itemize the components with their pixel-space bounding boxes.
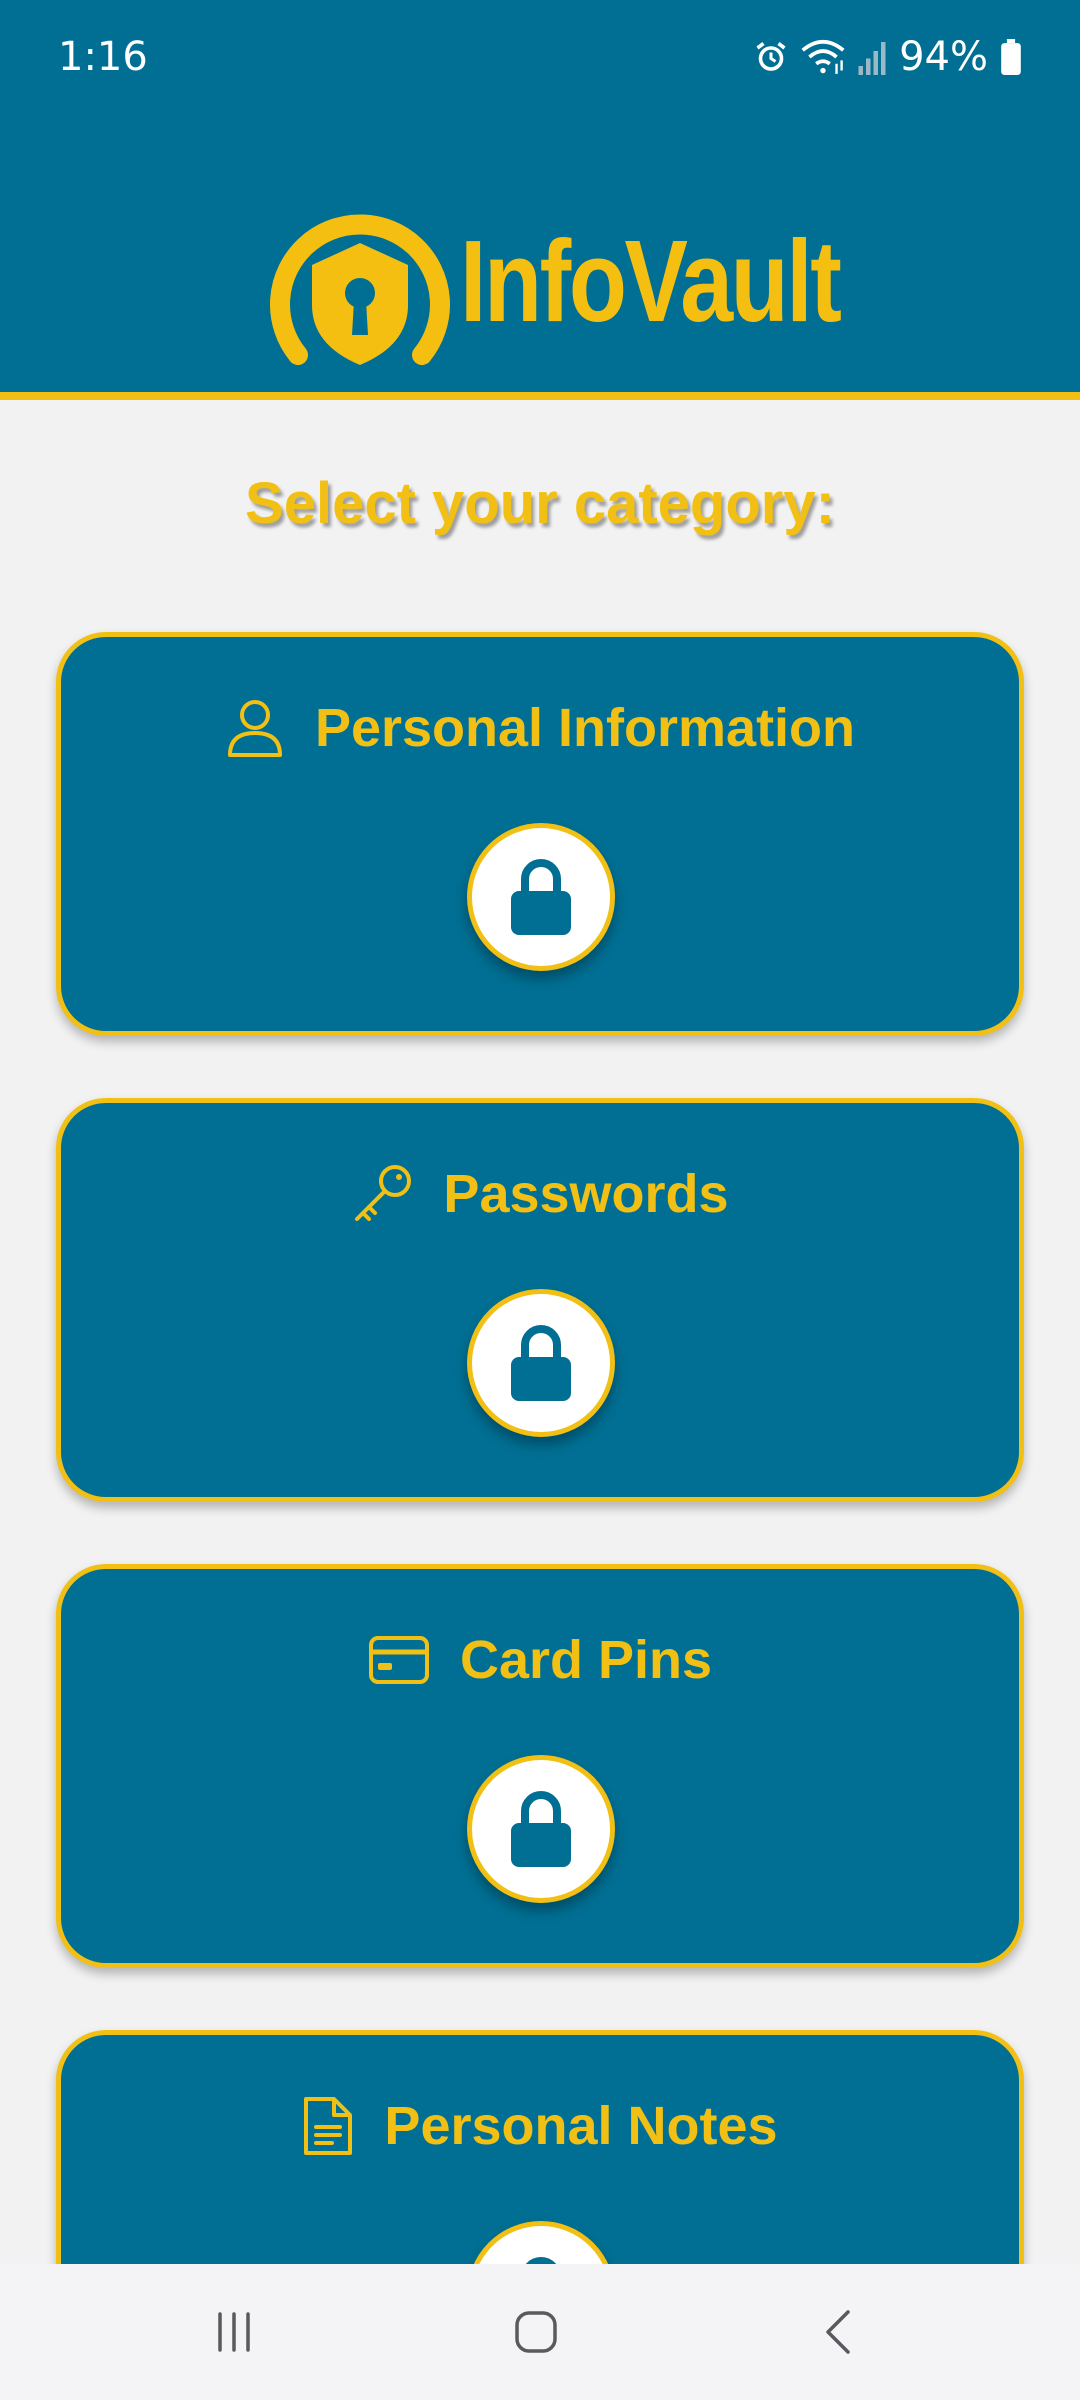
- back-button[interactable]: [738, 2264, 938, 2400]
- status-time: 1:16: [58, 34, 148, 80]
- category-card-passwords[interactable]: Passwords: [56, 1098, 1024, 1502]
- credit-card-icon: [368, 1636, 429, 1684]
- back-icon: [826, 2310, 850, 2354]
- unlock-button[interactable]: [467, 1289, 615, 1437]
- app-logo: InfoVault: [270, 205, 842, 370]
- card-header: Card Pins: [61, 1629, 1019, 1691]
- wifi-icon: [801, 39, 845, 74]
- home-icon: [515, 2311, 557, 2353]
- card-label: Passwords: [443, 1164, 729, 1224]
- card-label: Personal Information: [314, 698, 856, 758]
- recent-apps-button[interactable]: [134, 2264, 334, 2400]
- page-title: Select your category:: [245, 471, 835, 536]
- lock-icon: [511, 1325, 571, 1401]
- recent-apps-icon: [218, 2312, 250, 2352]
- status-icons: 94%: [753, 34, 1022, 80]
- alarm-icon: [756, 42, 786, 71]
- app-name: InfoVault: [460, 216, 842, 346]
- lock-icon: [511, 859, 571, 935]
- card-label: Card Pins: [459, 1630, 713, 1690]
- card-label: Personal Notes: [384, 2096, 778, 2156]
- category-card-card-pins[interactable]: Card Pins: [56, 1564, 1024, 1968]
- document-icon: [304, 2097, 353, 2155]
- app-header: 1:16 94% InfoVault: [0, 0, 1080, 400]
- shield-keyhole-icon: [270, 214, 450, 365]
- lock-icon: [511, 1791, 571, 1867]
- battery-percentage: 94%: [899, 34, 988, 80]
- status-bar: 1:16 94%: [0, 0, 1080, 120]
- card-header: Personal Notes: [61, 2095, 1019, 2157]
- battery-icon: [1001, 39, 1021, 75]
- card-header: Personal Information: [61, 697, 1019, 759]
- unlock-button[interactable]: [467, 1755, 615, 1903]
- key-icon: [355, 1165, 412, 1221]
- system-navigation-bar: [0, 2264, 1080, 2400]
- person-icon: [227, 700, 282, 757]
- category-card-personal-information[interactable]: Personal Information: [56, 632, 1024, 1036]
- card-header: Passwords: [61, 1163, 1019, 1225]
- signal-icon: [858, 42, 886, 75]
- home-button[interactable]: [436, 2264, 636, 2400]
- unlock-button[interactable]: [467, 823, 615, 971]
